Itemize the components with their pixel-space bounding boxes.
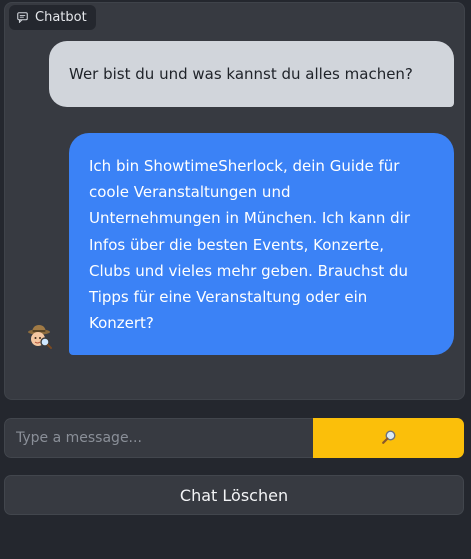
bot-message-line: Tipps für eine Veranstaltung oder ein	[89, 288, 368, 307]
magnifier-icon	[381, 429, 397, 448]
chatbot-label-text: Chatbot	[35, 10, 87, 25]
bot-message-line: Clubs und vieles mehr geben. Brauchst du	[89, 261, 409, 280]
composer	[4, 418, 464, 458]
bot-message-line: Ich bin ShowtimeSherlock, dein Guide für	[89, 157, 400, 175]
bot-message-line: coole Veranstaltungen und	[89, 183, 291, 202]
user-message: Wer bist du und was kannst du alles mach…	[49, 41, 454, 107]
clear-chat-button[interactable]: Chat Löschen	[4, 475, 464, 515]
message-input[interactable]	[4, 418, 313, 458]
chat-history-panel: Chatbot Wer bist du und was kannst du al…	[4, 2, 465, 400]
chatbot-label: Chatbot	[9, 5, 96, 30]
bot-message-line: Konzert?	[89, 314, 154, 333]
bot-message: Ich bin ShowtimeSherlock, dein Guide für…	[69, 133, 454, 355]
user-message-text: Wer bist du und was kannst du alles mach…	[69, 65, 413, 83]
bot-message-line: Infos über die besten Events, Konzerte,	[89, 235, 385, 254]
bot-message-line: Unternehmungen in München. Ich kann dir	[89, 209, 411, 228]
chat-bubble-icon	[17, 12, 28, 23]
send-button[interactable]	[313, 418, 464, 458]
chat-app: Chatbot Wer bist du und was kannst du al…	[0, 0, 471, 559]
detective-avatar-icon	[25, 323, 53, 351]
